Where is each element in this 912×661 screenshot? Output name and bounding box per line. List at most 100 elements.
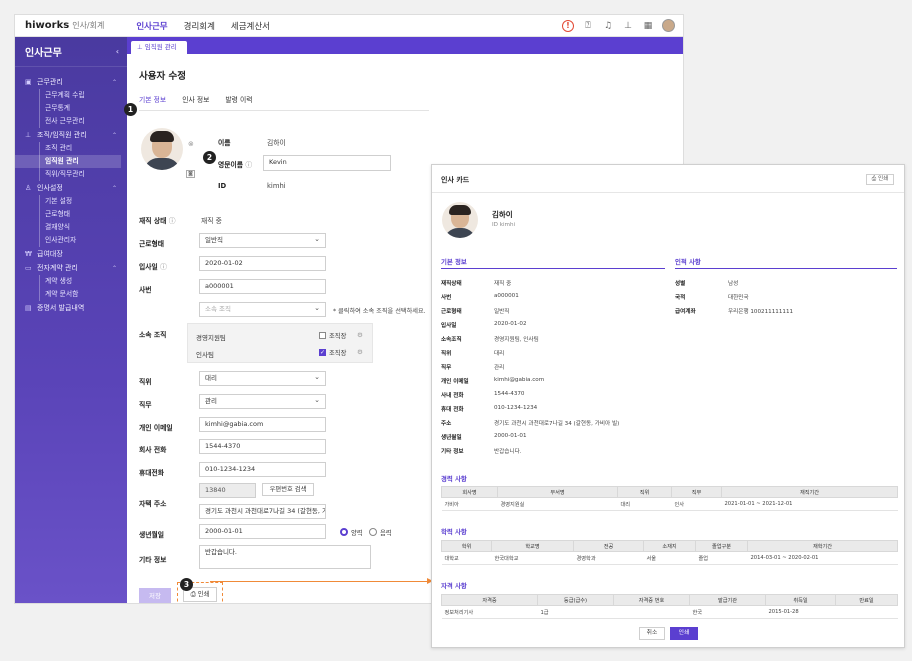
info-key: 휴대 전화 (441, 407, 464, 413)
top-nav-tax-invoice[interactable]: 세금계산서 (231, 20, 270, 32)
zip-input: 13840 (199, 483, 256, 498)
sidebar-item-work-type[interactable]: 근로형태 (15, 208, 127, 221)
card-footer: 취소 인쇄 (432, 621, 904, 647)
table-row: 대학교 한국대학교 경영학과 서울 졸업 2014-03-01 ~ 2020-02-01 (441, 551, 898, 565)
sidebar-item-position-manage[interactable]: 직위/직무관리 (15, 168, 127, 181)
sidebar-group-certificate[interactable]: ▤ 증명서 발급내역 (15, 301, 127, 315)
eng-name-input[interactable]: Kevin (263, 155, 391, 171)
name-value: 김하이 (267, 139, 286, 147)
sidebar-group-org[interactable]: ⊥ 조직/임직원 관리 ⌃ (15, 128, 127, 142)
worktype-select[interactable]: 일반직 (199, 233, 326, 248)
print-confirm-button[interactable]: 인쇄 (670, 627, 698, 640)
address-input[interactable]: 경기도 과천시 과천대로7나길 34 (갈현동, 가 (199, 504, 326, 519)
info-key: 사내 전화 (441, 393, 464, 399)
close-icon[interactable]: ⊗ (188, 140, 194, 148)
sidebar-item-org-manage[interactable]: 조직 관리 (15, 142, 127, 155)
sidebar-item-contract-box[interactable]: 계약 문서함 (15, 288, 127, 301)
app-logo[interactable]: hiworks 인사/회계 (25, 20, 104, 31)
birth-input[interactable]: 2000-01-01 (199, 524, 326, 539)
card-print-button[interactable]: ⎙ 인쇄 (866, 174, 894, 185)
zip-search-button[interactable]: 우편번호 검색 (262, 483, 314, 496)
sidebar-item-hr-admin[interactable]: 인사관리자 (15, 234, 127, 247)
etc-textarea[interactable]: 반갑습니다. (199, 545, 371, 569)
sidebar-group-contract[interactable]: ▭ 전자계약 관리 ⌃ (15, 261, 127, 275)
divider (139, 110, 429, 111)
cancel-button[interactable]: 취소 (639, 627, 665, 640)
tab-appointment-history[interactable]: 발령 이력 (225, 94, 252, 111)
sidebar-group-payroll[interactable]: ₩ 급여대장 (15, 247, 127, 261)
tab-hr-info[interactable]: 인사 정보 (182, 94, 209, 111)
top-nav-accounting[interactable]: 경리회계 (184, 20, 215, 32)
status-value: 재직 중 (201, 217, 222, 225)
alert-icon[interactable]: ! (562, 19, 574, 32)
org-head-checkbox[interactable]: ✓ (319, 349, 326, 356)
calendar-icon: ▣ (25, 78, 32, 86)
info-key: 근로형태 (441, 309, 462, 315)
lunar-radio[interactable] (369, 528, 377, 536)
education-title: 학력 사항 (441, 528, 467, 536)
gear-icon[interactable]: ⚙ (357, 331, 363, 339)
info-key: 직무 (441, 365, 452, 371)
sidebar-item-contract-create[interactable]: 계약 생성 (15, 275, 127, 288)
solar-radio[interactable] (340, 528, 348, 536)
org-select[interactable]: 소속 조직 (199, 302, 326, 317)
certificate-table: 자격증 등급(급수) 자격증 번호 발급기관 취득일 만료일 정보처리기사 1급 한국 2015… (441, 594, 898, 619)
duty-select[interactable]: 관리 (199, 394, 326, 409)
gear-icon[interactable]: ⚙ (357, 348, 363, 356)
sidebar-item-work-plan[interactable]: 근무계획 수립 (15, 89, 127, 102)
top-nav-hr[interactable]: 인사근무 (136, 20, 167, 32)
table-cell (613, 605, 690, 619)
card-title: 인사 카드 (441, 176, 470, 184)
sidebar-group-work[interactable]: ▣ 근무관리 ⌃ (15, 75, 127, 89)
info-key: 기타 정보 (441, 449, 464, 455)
empno-input[interactable]: a000001 (199, 279, 326, 294)
sidebar-item-employee-manage[interactable]: 임직원 관리 (15, 155, 121, 168)
bell-icon[interactable]: ♫ (602, 20, 614, 32)
help-icon: ⓘ (168, 217, 176, 225)
certificate-title: 자격 사항 (441, 582, 467, 590)
tab-employee-manage[interactable]: ⊥ 임직원 관리 (131, 41, 187, 54)
table-header: 회사명 부서명 직위 직무 재직기간 (441, 486, 898, 498)
office-phone-label: 회사 전화 (139, 446, 167, 454)
help-icon[interactable]: ⍰ (582, 20, 594, 32)
sidebar-item-basic-settings[interactable]: 기본 설정 (15, 195, 127, 208)
chevron-up-icon: ⌃ (111, 264, 117, 272)
camera-icon[interactable]: ◙ (186, 170, 195, 178)
info-key: 개인 이메일 (441, 379, 469, 385)
sidebar-group-settings[interactable]: ♙ 인사설정 ⌃ (15, 181, 127, 195)
table-cell: 대학교 (441, 551, 492, 565)
sidebar-item-company-work[interactable]: 전사 근무관리 (15, 115, 127, 128)
mobile-input[interactable]: 010-1234-1234 (199, 462, 326, 477)
position-select[interactable]: 대리 (199, 371, 326, 386)
table-body: 가비아 경영지원실 대리 인사 2021-01-01 ~ 2021-12-01 (441, 497, 898, 511)
info-key: 소속조직 (441, 337, 462, 343)
tab-basic-info[interactable]: 기본 정보 (139, 94, 167, 111)
apps-grid-icon[interactable]: ▦ (642, 20, 654, 32)
career-table: 회사명 부서명 직위 직무 재직기간 가비아 경영지원실 대리 인사 2021-01-01 ~ … (441, 486, 898, 511)
info-value: 2000-01-01 (494, 433, 527, 439)
info-key: 재직상태 (441, 281, 462, 287)
status-label: 재직 상태 ⓘ (139, 217, 176, 225)
sidebar-item-work-stats[interactable]: 근무통계 (15, 102, 127, 115)
top-nav: 인사근무 경리회계 세금계산서 (136, 20, 270, 32)
document-icon: ▭ (25, 264, 32, 272)
column-header: 등급(급수) (537, 594, 614, 606)
save-button[interactable]: 저장 (139, 588, 171, 603)
info-value: 관리 (494, 365, 505, 371)
collapse-icon[interactable]: ‹ (116, 47, 119, 56)
joindate-input[interactable]: 2020-01-02 (199, 256, 326, 271)
org-head-checkbox[interactable] (319, 332, 326, 339)
help-icon: ⓘ (160, 263, 167, 271)
info-key: 입사일 (441, 323, 457, 329)
profile-photo[interactable] (141, 128, 183, 170)
email-input[interactable]: kimhi@gabia.com (199, 417, 326, 432)
column-header: 학교명 (491, 540, 574, 552)
office-phone-input[interactable]: 1544-4370 (199, 439, 326, 454)
tab-strip: ⊥ 임직원 관리 (127, 37, 683, 54)
user-avatar[interactable] (662, 19, 675, 32)
info-value: 경기도 과천시 과천대로7나길 34 (갈현동, 가비아 빌) (494, 421, 620, 427)
sidebar-item-approval-form[interactable]: 결재양식 (15, 221, 127, 234)
column-header: 발급기관 (689, 594, 766, 606)
column-header: 회사명 (441, 486, 498, 498)
org-chart-icon[interactable]: ⊥ (622, 20, 634, 32)
